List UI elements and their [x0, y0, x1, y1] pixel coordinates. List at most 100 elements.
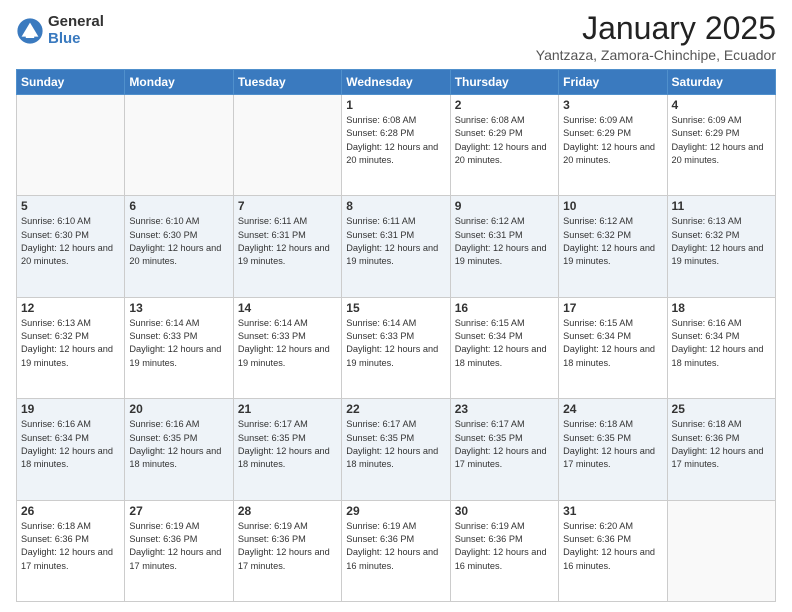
day-info: Sunrise: 6:15 AM Sunset: 6:34 PM Dayligh…	[563, 317, 662, 370]
table-row	[125, 95, 233, 196]
day-info: Sunrise: 6:20 AM Sunset: 6:36 PM Dayligh…	[563, 520, 662, 573]
table-row: 31 Sunrise: 6:20 AM Sunset: 6:36 PM Dayli…	[559, 500, 667, 601]
col-saturday: Saturday	[667, 70, 775, 95]
table-row: 2 Sunrise: 6:08 AM Sunset: 6:29 PM Daylig…	[450, 95, 558, 196]
day-info: Sunrise: 6:13 AM Sunset: 6:32 PM Dayligh…	[21, 317, 120, 370]
day-number: 16	[455, 301, 554, 315]
logo-blue-text: Blue	[48, 31, 104, 48]
calendar-header-row: Sunday Monday Tuesday Wednesday Thursday…	[17, 70, 776, 95]
table-row: 10 Sunrise: 6:12 AM Sunset: 6:32 PM Dayli…	[559, 196, 667, 297]
day-info: Sunrise: 6:19 AM Sunset: 6:36 PM Dayligh…	[129, 520, 228, 573]
day-info: Sunrise: 6:15 AM Sunset: 6:34 PM Dayligh…	[455, 317, 554, 370]
day-info: Sunrise: 6:08 AM Sunset: 6:28 PM Dayligh…	[346, 114, 445, 167]
col-thursday: Thursday	[450, 70, 558, 95]
table-row	[17, 95, 125, 196]
table-row: 11 Sunrise: 6:13 AM Sunset: 6:32 PM Dayli…	[667, 196, 775, 297]
table-row: 3 Sunrise: 6:09 AM Sunset: 6:29 PM Daylig…	[559, 95, 667, 196]
day-number: 19	[21, 402, 120, 416]
day-number: 28	[238, 504, 337, 518]
table-row: 22 Sunrise: 6:17 AM Sunset: 6:35 PM Dayli…	[342, 399, 450, 500]
table-row: 14Sunrise: 6:14 AM Sunset: 6:33 PM Dayli…	[233, 297, 341, 398]
calendar-week-row: 5 Sunrise: 6:10 AM Sunset: 6:30 PM Daylig…	[17, 196, 776, 297]
day-number: 5	[21, 199, 120, 213]
col-wednesday: Wednesday	[342, 70, 450, 95]
table-row: 20Sunrise: 6:16 AM Sunset: 6:35 PM Dayli…	[125, 399, 233, 500]
col-friday: Friday	[559, 70, 667, 95]
day-number: 25	[672, 402, 771, 416]
page-header: General Blue January 2025 Yantzaza, Zamo…	[16, 10, 776, 63]
table-row: 6Sunrise: 6:10 AM Sunset: 6:30 PM Daylig…	[125, 196, 233, 297]
day-number: 29	[346, 504, 445, 518]
day-info: Sunrise: 6:14 AM Sunset: 6:33 PM Dayligh…	[129, 317, 228, 370]
table-row: 21 Sunrise: 6:17 AM Sunset: 6:35 PM Dayli…	[233, 399, 341, 500]
table-row: 17 Sunrise: 6:15 AM Sunset: 6:34 PM Dayli…	[559, 297, 667, 398]
day-number: 18	[672, 301, 771, 315]
table-row: 25 Sunrise: 6:18 AM Sunset: 6:36 PM Dayli…	[667, 399, 775, 500]
table-row: 29 Sunrise: 6:19 AM Sunset: 6:36 PM Dayli…	[342, 500, 450, 601]
day-number: 8	[346, 199, 445, 213]
calendar-week-row: 12 Sunrise: 6:13 AM Sunset: 6:32 PM Dayli…	[17, 297, 776, 398]
day-number: 30	[455, 504, 554, 518]
day-info: Sunrise: 6:19 AM Sunset: 6:36 PM Dayligh…	[238, 520, 337, 573]
day-info: Sunrise: 6:09 AM Sunset: 6:29 PM Dayligh…	[563, 114, 662, 167]
day-info: Sunrise: 6:14 AM Sunset: 6:33 PM Dayligh…	[346, 317, 445, 370]
day-info: Sunrise: 6:17 AM Sunset: 6:35 PM Dayligh…	[238, 418, 337, 471]
day-number: 31	[563, 504, 662, 518]
day-number: 15	[346, 301, 445, 315]
day-info: Sunrise: 6:16 AM Sunset: 6:34 PM Dayligh…	[672, 317, 771, 370]
day-number: 12	[21, 301, 120, 315]
calendar-table: Sunday Monday Tuesday Wednesday Thursday…	[16, 69, 776, 602]
day-number: 7	[238, 199, 337, 213]
day-number: 1	[346, 98, 445, 112]
day-number: 21	[238, 402, 337, 416]
calendar-week-row: 26 Sunrise: 6:18 AM Sunset: 6:36 PM Dayli…	[17, 500, 776, 601]
table-row: 9Sunrise: 6:12 AM Sunset: 6:31 PM Daylig…	[450, 196, 558, 297]
day-info: Sunrise: 6:08 AM Sunset: 6:29 PM Dayligh…	[455, 114, 554, 167]
col-sunday: Sunday	[17, 70, 125, 95]
day-number: 24	[563, 402, 662, 416]
day-info: Sunrise: 6:16 AM Sunset: 6:35 PM Dayligh…	[129, 418, 228, 471]
location-subtitle: Yantzaza, Zamora-Chinchipe, Ecuador	[536, 47, 776, 63]
day-number: 11	[672, 199, 771, 213]
day-info: Sunrise: 6:12 AM Sunset: 6:32 PM Dayligh…	[563, 215, 662, 268]
day-info: Sunrise: 6:11 AM Sunset: 6:31 PM Dayligh…	[238, 215, 337, 268]
table-row: 24 Sunrise: 6:18 AM Sunset: 6:35 PM Dayli…	[559, 399, 667, 500]
title-section: January 2025 Yantzaza, Zamora-Chinchipe,…	[536, 10, 776, 63]
day-info: Sunrise: 6:19 AM Sunset: 6:36 PM Dayligh…	[346, 520, 445, 573]
day-info: Sunrise: 6:13 AM Sunset: 6:32 PM Dayligh…	[672, 215, 771, 268]
day-info: Sunrise: 6:18 AM Sunset: 6:36 PM Dayligh…	[672, 418, 771, 471]
day-number: 17	[563, 301, 662, 315]
table-row: 7 Sunrise: 6:11 AM Sunset: 6:31 PM Daylig…	[233, 196, 341, 297]
col-tuesday: Tuesday	[233, 70, 341, 95]
day-info: Sunrise: 6:17 AM Sunset: 6:35 PM Dayligh…	[455, 418, 554, 471]
table-row: 27 Sunrise: 6:19 AM Sunset: 6:36 PM Dayli…	[125, 500, 233, 601]
day-info: Sunrise: 6:18 AM Sunset: 6:36 PM Dayligh…	[21, 520, 120, 573]
table-row: 23 Sunrise: 6:17 AM Sunset: 6:35 PM Dayli…	[450, 399, 558, 500]
day-info: Sunrise: 6:17 AM Sunset: 6:35 PM Dayligh…	[346, 418, 445, 471]
table-row: 13Sunrise: 6:14 AM Sunset: 6:33 PM Dayli…	[125, 297, 233, 398]
day-info: Sunrise: 6:10 AM Sunset: 6:30 PM Dayligh…	[129, 215, 228, 268]
day-number: 22	[346, 402, 445, 416]
table-row	[233, 95, 341, 196]
table-row: 18 Sunrise: 6:16 AM Sunset: 6:34 PM Dayli…	[667, 297, 775, 398]
table-row: 4Sunrise: 6:09 AM Sunset: 6:29 PM Daylig…	[667, 95, 775, 196]
day-number: 10	[563, 199, 662, 213]
day-number: 26	[21, 504, 120, 518]
table-row: 5Sunrise: 6:10 AM Sunset: 6:30 PM Daylig…	[17, 196, 125, 297]
calendar-week-row: 19Sunrise: 6:16 AM Sunset: 6:34 PM Dayli…	[17, 399, 776, 500]
day-info: Sunrise: 6:19 AM Sunset: 6:36 PM Dayligh…	[455, 520, 554, 573]
col-monday: Monday	[125, 70, 233, 95]
day-number: 23	[455, 402, 554, 416]
day-info: Sunrise: 6:18 AM Sunset: 6:35 PM Dayligh…	[563, 418, 662, 471]
logo: General Blue	[16, 14, 104, 47]
day-number: 27	[129, 504, 228, 518]
logo-general-text: General	[48, 14, 104, 31]
day-number: 2	[455, 98, 554, 112]
day-info: Sunrise: 6:14 AM Sunset: 6:33 PM Dayligh…	[238, 317, 337, 370]
day-info: Sunrise: 6:11 AM Sunset: 6:31 PM Dayligh…	[346, 215, 445, 268]
day-number: 3	[563, 98, 662, 112]
table-row: 1 Sunrise: 6:08 AM Sunset: 6:28 PM Daylig…	[342, 95, 450, 196]
calendar-week-row: 1 Sunrise: 6:08 AM Sunset: 6:28 PM Daylig…	[17, 95, 776, 196]
day-info: Sunrise: 6:09 AM Sunset: 6:29 PM Dayligh…	[672, 114, 771, 167]
table-row: 15 Sunrise: 6:14 AM Sunset: 6:33 PM Dayli…	[342, 297, 450, 398]
